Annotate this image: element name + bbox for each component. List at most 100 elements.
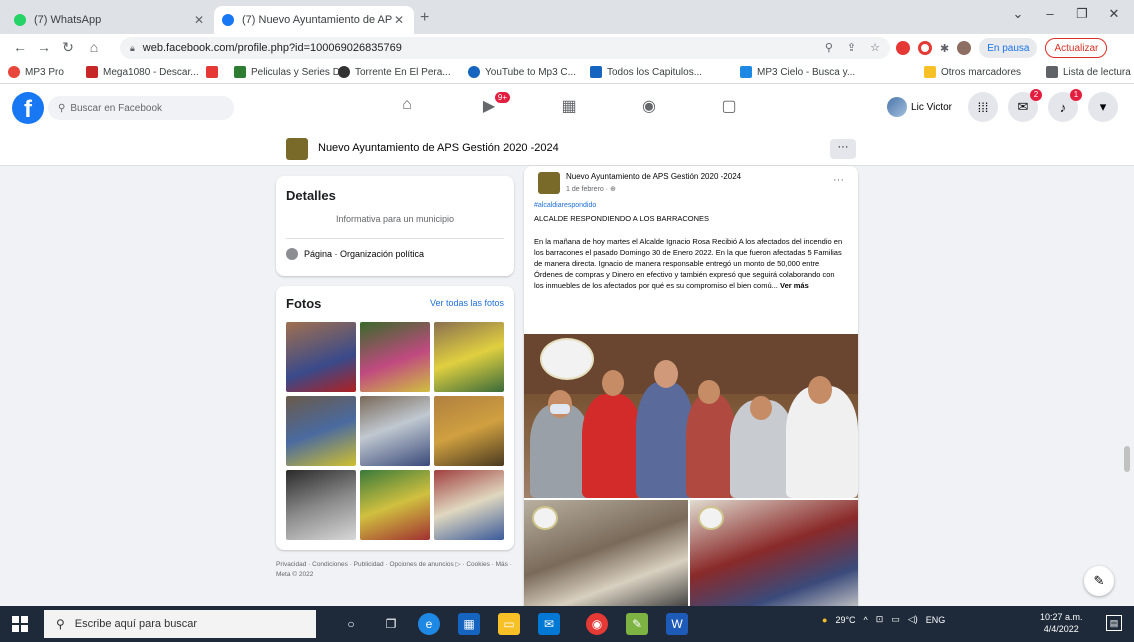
- photo-thumbnail[interactable]: [360, 470, 430, 540]
- bookmark-star-icon[interactable]: ☆: [870, 41, 880, 54]
- network-icon[interactable]: ⊡: [876, 614, 884, 625]
- bookmark-item[interactable]: Torrente En El Pera...: [338, 66, 451, 78]
- reload-icon[interactable]: ↻: [58, 39, 78, 56]
- chrome-icon[interactable]: ◉: [586, 613, 608, 635]
- new-tab-icon[interactable]: +: [420, 9, 429, 27]
- menu-grid-icon[interactable]: ⁞⁞⁞: [968, 92, 998, 122]
- marketplace-nav-icon[interactable]: ▦: [556, 96, 582, 120]
- post-options-icon[interactable]: ···: [833, 174, 844, 186]
- url-text: web.facebook.com/profile.php?id=10006902…: [142, 42, 402, 54]
- lock-icon: 🔒︎: [130, 42, 135, 53]
- bookmark-icon: [740, 66, 752, 78]
- photo-thumbnail[interactable]: [286, 322, 356, 392]
- profile-chip[interactable]: Lic Victor: [885, 95, 958, 119]
- edge-icon[interactable]: e: [418, 613, 440, 635]
- extension-icon[interactable]: [896, 41, 910, 55]
- taskbar-search-input[interactable]: ⚲ Escribe aquí para buscar: [44, 610, 316, 638]
- share-icon[interactable]: ⇪: [847, 41, 856, 54]
- photo-thumbnail[interactable]: [434, 322, 504, 392]
- mail-icon[interactable]: ✉: [538, 613, 560, 635]
- facebook-logo[interactable]: f: [12, 92, 44, 124]
- close-tab-icon[interactable]: ✕: [392, 13, 406, 27]
- puzzle-icon[interactable]: ✱: [940, 42, 949, 55]
- compose-message-icon[interactable]: ✎: [1084, 566, 1114, 596]
- groups-nav-icon[interactable]: ◉: [636, 96, 662, 120]
- opera-icon[interactable]: [918, 41, 932, 55]
- see-more-link[interactable]: Ver más: [780, 281, 809, 290]
- page-more-button[interactable]: ···: [830, 139, 856, 159]
- account-dropdown-icon[interactable]: ▾: [1088, 92, 1118, 122]
- page-logo[interactable]: [286, 138, 308, 160]
- home-icon[interactable]: ⌂: [84, 39, 104, 55]
- bookmark-item[interactable]: Todos los Capitulos...: [590, 66, 702, 78]
- system-clock[interactable]: 10:27 a.m. 4/4/2022: [1040, 611, 1083, 635]
- photo-thumbnail[interactable]: [286, 396, 356, 466]
- post-headline: ALCALDE RESPONDIENDO A LOS BARRACONES: [534, 214, 710, 223]
- zoom-icon[interactable]: ⚲: [825, 41, 833, 54]
- language-indicator[interactable]: ENG: [926, 615, 946, 625]
- page-title[interactable]: Nuevo Ayuntamiento de APS Gestión 2020 -…: [318, 142, 559, 154]
- page-scrollbar[interactable]: [1124, 446, 1130, 472]
- photo-thumbnail[interactable]: [434, 396, 504, 466]
- close-tab-icon[interactable]: ✕: [192, 13, 206, 27]
- bookmark-item[interactable]: MP3 Pro: [8, 66, 64, 78]
- post-main-photo[interactable]: [524, 334, 858, 498]
- restore-icon[interactable]: ❐: [1072, 6, 1092, 22]
- see-all-photos-link[interactable]: Ver todas las fotos: [430, 298, 504, 308]
- photo-thumbnail[interactable]: [286, 470, 356, 540]
- word-icon[interactable]: W: [666, 613, 688, 635]
- messenger-icon[interactable]: ✉ 2: [1008, 89, 1042, 122]
- post-photo-thumbnail[interactable]: [524, 500, 688, 610]
- store-icon[interactable]: ▦: [458, 613, 480, 635]
- photo-thumbnail[interactable]: [360, 396, 430, 466]
- weather-icon[interactable]: ●: [822, 615, 827, 625]
- reading-list[interactable]: Lista de lectura: [1046, 66, 1131, 78]
- minimize-icon[interactable]: –: [1040, 6, 1060, 21]
- tab-facebook[interactable]: (7) Nuevo Ayuntamiento de APS ✕: [214, 6, 414, 34]
- bookmark-item[interactable]: YouTube to Mp3 C...: [468, 66, 576, 78]
- app-icon[interactable]: ✎: [626, 613, 648, 635]
- photo-thumbnail[interactable]: [434, 470, 504, 540]
- battery-icon[interactable]: ▭: [891, 614, 900, 625]
- forward-icon[interactable]: →: [34, 39, 54, 55]
- user-name: Lic Victor: [911, 101, 952, 113]
- details-heading: Detalles: [286, 188, 336, 203]
- bookmark-item[interactable]: Mega1080 - Descar...: [86, 66, 199, 78]
- bookmark-icon: [86, 66, 98, 78]
- post-author-logo[interactable]: [538, 172, 560, 194]
- update-button[interactable]: Actualizar: [1045, 38, 1108, 58]
- tab-search-icon[interactable]: ⌄: [1008, 6, 1028, 22]
- back-icon[interactable]: ←: [10, 39, 30, 55]
- post-date[interactable]: 1 de febrero · ⊕: [566, 185, 616, 193]
- task-view-icon[interactable]: ❐: [380, 613, 402, 635]
- home-nav-icon[interactable]: ⌂: [394, 96, 420, 120]
- bookmark-item[interactable]: Peliculas y Series D...: [234, 66, 348, 78]
- tray-chevron-icon[interactable]: ^: [864, 615, 868, 625]
- profile-avatar[interactable]: [957, 41, 972, 55]
- page-description: Informativa para un municipio: [335, 214, 455, 224]
- photos-heading: Fotos: [286, 296, 322, 311]
- address-bar[interactable]: 🔒︎ web.facebook.com/profile.php?id=10006…: [120, 37, 890, 59]
- facebook-search-input[interactable]: ⚲ Buscar en Facebook: [48, 96, 234, 120]
- bookmark-folder[interactable]: Otros marcadores: [924, 66, 1021, 78]
- photo-person: [550, 404, 570, 414]
- photo-thumbnail[interactable]: [360, 322, 430, 392]
- bookmark-item[interactable]: MP3 Cielo - Busca y...: [740, 66, 855, 78]
- bookmark-item[interactable]: [206, 66, 223, 78]
- action-center-icon[interactable]: ▤: [1106, 615, 1122, 631]
- post-photo-thumbnail[interactable]: [690, 500, 858, 610]
- post-author[interactable]: Nuevo Ayuntamiento de APS Gestión 2020 -…: [566, 172, 741, 181]
- watch-nav-icon[interactable]: ▶ 9+: [476, 92, 510, 120]
- gaming-nav-icon[interactable]: ▢: [716, 96, 742, 120]
- cortana-icon[interactable]: ○: [340, 613, 362, 635]
- notifications-bell-icon[interactable]: ♪ 1: [1048, 89, 1082, 122]
- weather-temp[interactable]: 29°C: [835, 615, 855, 625]
- tab-whatsapp[interactable]: (7) WhatsApp ✕: [6, 6, 214, 34]
- volume-icon[interactable]: ◁): [908, 614, 918, 625]
- close-window-icon[interactable]: ✕: [1104, 6, 1124, 22]
- post-hashtag[interactable]: #alcaldiarespondido: [534, 202, 596, 209]
- windows-start-icon[interactable]: [12, 616, 28, 632]
- file-explorer-icon[interactable]: ▭: [498, 613, 520, 635]
- facebook-footer[interactable]: Privacidad · Condiciones · Publicidad · …: [276, 560, 514, 580]
- profile-paused-button[interactable]: En pausa: [979, 38, 1038, 58]
